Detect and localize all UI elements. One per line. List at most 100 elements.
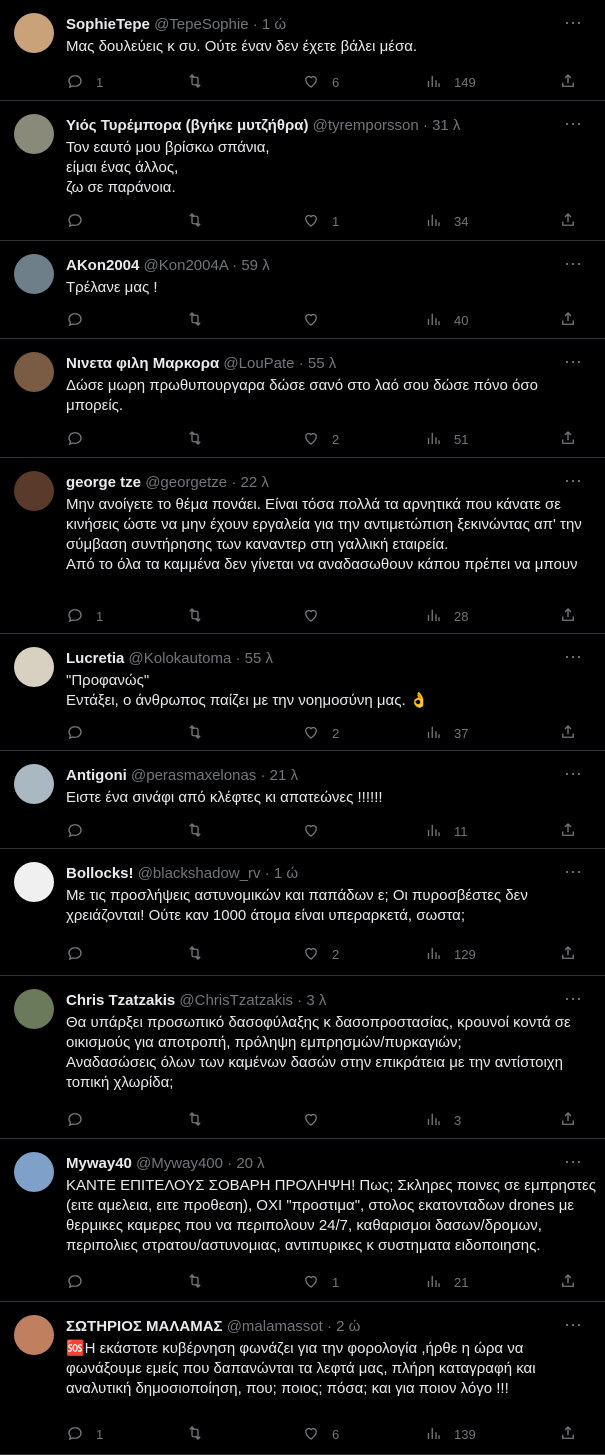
author-handle[interactable]: @malamassot [227, 1318, 323, 1335]
author-name[interactable]: Antigoni [66, 767, 127, 784]
tweet[interactable]: SophieTepe @TepeSophie · 1 ώ ⋯ Μας δουλε… [0, 0, 605, 101]
reply-button[interactable]: 1 [66, 72, 103, 92]
timestamp[interactable]: · 2 ώ [327, 1318, 360, 1335]
author-name[interactable]: Υιός Τυρέμπορα (βγήκε μυτζήθρα) [66, 117, 308, 134]
like-button[interactable]: 6 [302, 72, 339, 92]
avatar[interactable] [14, 471, 54, 511]
like-button[interactable]: 1 [302, 211, 339, 231]
views-button[interactable]: 11 [424, 821, 468, 841]
timestamp[interactable]: · 59 λ [232, 257, 270, 274]
timestamp[interactable]: · 1 ώ [265, 865, 298, 882]
author-name[interactable]: Lucretia [66, 650, 124, 667]
views-button[interactable]: 40 [424, 310, 468, 330]
like-button[interactable]: 6 [302, 1424, 339, 1444]
tweet[interactable]: george tze @georgetze · 22 λ ⋯ Μην ανοίγ… [0, 458, 605, 634]
more-icon[interactable]: ⋯ [564, 764, 583, 785]
author-handle[interactable]: @blackshadow_rv [138, 865, 261, 882]
reply-button[interactable] [66, 211, 96, 231]
author-handle[interactable]: @georgetze [145, 474, 227, 491]
like-button[interactable]: 1 [302, 1272, 339, 1292]
tweet[interactable]: AKon2004 @Kon2004A · 59 λ ⋯ Τρέλανε μας … [0, 241, 605, 339]
timestamp[interactable]: · 55 λ [299, 355, 337, 372]
avatar[interactable] [14, 862, 54, 902]
reply-button[interactable] [66, 1272, 96, 1292]
retweet-button[interactable] [186, 1272, 216, 1292]
avatar[interactable] [14, 989, 54, 1029]
tweet[interactable]: ΣΩΤΗΡΙΟΣ ΜΑΛΑΜΑΣ @malamassot · 2 ώ ⋯ 🆘Η … [0, 1302, 605, 1455]
views-button[interactable]: 149 [424, 72, 476, 92]
author-name[interactable]: AKon2004 [66, 257, 139, 274]
reply-button[interactable] [66, 821, 96, 841]
tweet[interactable]: Bollocks! @blackshadow_rv · 1 ώ ⋯ Με τις… [0, 849, 605, 976]
author-handle[interactable]: @ChrisTzatzakis [179, 992, 293, 1009]
more-icon[interactable]: ⋯ [564, 862, 583, 883]
reply-button[interactable] [66, 1110, 96, 1130]
more-icon[interactable]: ⋯ [564, 647, 583, 668]
views-button[interactable]: 51 [424, 429, 468, 449]
author-handle[interactable]: @perasmaxelonas [131, 767, 256, 784]
author-name[interactable]: Myway40 [66, 1155, 132, 1172]
timestamp[interactable]: · 22 λ [231, 474, 269, 491]
share-button[interactable] [559, 72, 577, 92]
tweet[interactable]: Υιός Τυρέμπορα (βγήκε μυτζήθρα) @tyrempo… [0, 101, 605, 241]
author-name[interactable]: Bollocks! [66, 865, 134, 882]
retweet-button[interactable] [186, 944, 216, 964]
share-button[interactable] [559, 944, 577, 964]
author-name[interactable]: george tze [66, 474, 141, 491]
retweet-button[interactable] [186, 429, 216, 449]
more-icon[interactable]: ⋯ [564, 1152, 583, 1173]
share-button[interactable] [559, 429, 577, 449]
more-icon[interactable]: ⋯ [564, 13, 583, 34]
views-button[interactable]: 28 [424, 606, 468, 626]
more-icon[interactable]: ⋯ [564, 254, 583, 275]
more-icon[interactable]: ⋯ [564, 989, 583, 1010]
author-handle[interactable]: @tyremporsson [313, 117, 419, 134]
avatar[interactable] [14, 764, 54, 804]
author-handle[interactable]: @LouPate [223, 355, 294, 372]
tweet[interactable]: Antigoni @perasmaxelonas · 21 λ ⋯ Ειστε … [0, 751, 605, 849]
author-handle[interactable]: @TepeSophie [154, 16, 248, 33]
views-button[interactable]: 21 [424, 1272, 468, 1292]
share-button[interactable] [559, 1272, 577, 1292]
timestamp[interactable]: · 21 λ [260, 767, 298, 784]
views-button[interactable]: 37 [424, 723, 468, 743]
author-name[interactable]: Νινετα φιλη Μαρκορα [66, 355, 219, 372]
retweet-button[interactable] [186, 723, 216, 743]
views-button[interactable]: 34 [424, 211, 468, 231]
reply-button[interactable]: 1 [66, 1424, 103, 1444]
tweet[interactable]: Chris Tzatzakis @ChrisTzatzakis · 3 λ ⋯ … [0, 976, 605, 1139]
like-button[interactable] [302, 1110, 332, 1130]
author-handle[interactable]: @Kolokautoma [129, 650, 232, 667]
reply-button[interactable]: 1 [66, 606, 103, 626]
avatar[interactable] [14, 1152, 54, 1192]
avatar[interactable] [14, 114, 54, 154]
more-icon[interactable]: ⋯ [564, 114, 583, 135]
share-button[interactable] [559, 1110, 577, 1130]
share-button[interactable] [559, 310, 577, 330]
author-name[interactable]: SophieTepe [66, 16, 150, 33]
reply-button[interactable] [66, 429, 96, 449]
like-button[interactable]: 2 [302, 944, 339, 964]
share-button[interactable] [559, 606, 577, 626]
retweet-button[interactable] [186, 211, 216, 231]
more-icon[interactable]: ⋯ [564, 1315, 583, 1336]
like-button[interactable]: 2 [302, 429, 339, 449]
reply-button[interactable] [66, 310, 96, 330]
timestamp[interactable]: · 55 λ [235, 650, 273, 667]
avatar[interactable] [14, 13, 54, 53]
like-button[interactable]: 2 [302, 723, 339, 743]
tweet[interactable]: Lucretia @Kolokautoma · 55 λ ⋯ "Προφανώς… [0, 634, 605, 751]
timestamp[interactable]: · 31 λ [423, 117, 461, 134]
author-name[interactable]: ΣΩΤΗΡΙΟΣ ΜΑΛΑΜΑΣ [66, 1318, 223, 1335]
timestamp[interactable]: · 3 λ [297, 992, 326, 1009]
author-name[interactable]: Chris Tzatzakis [66, 992, 175, 1009]
author-handle[interactable]: @Kon2004A [144, 257, 228, 274]
timestamp[interactable]: · 20 λ [227, 1155, 265, 1172]
more-icon[interactable]: ⋯ [564, 352, 583, 373]
like-button[interactable] [302, 310, 332, 330]
avatar[interactable] [14, 254, 54, 294]
tweet[interactable]: Myway40 @Myway400 · 20 λ ⋯ ΚΑΝΤΕ ΕΠΙΤΕΛΟ… [0, 1139, 605, 1302]
views-button[interactable]: 129 [424, 944, 476, 964]
more-icon[interactable]: ⋯ [564, 471, 583, 492]
retweet-button[interactable] [186, 821, 216, 841]
